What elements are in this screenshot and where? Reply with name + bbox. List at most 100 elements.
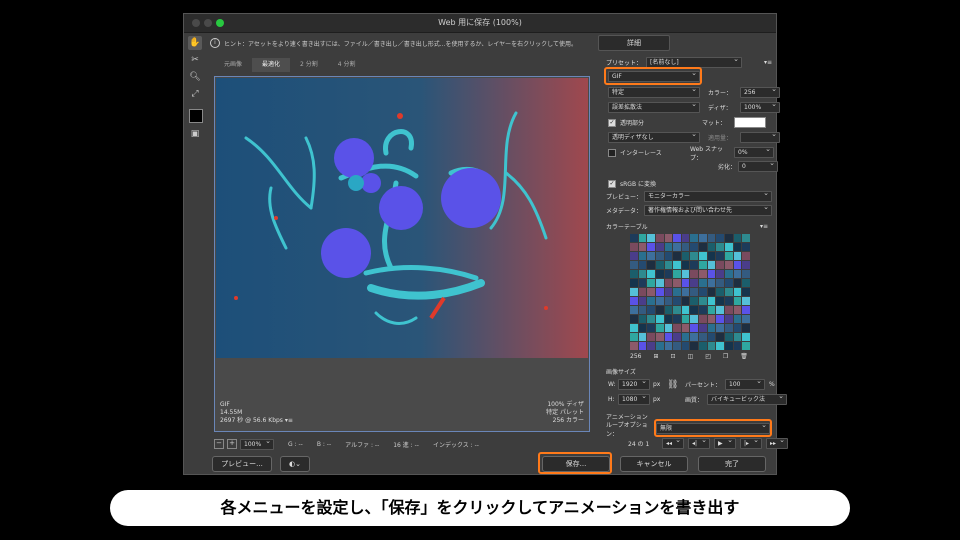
interlace-checkbox[interactable] (608, 148, 616, 157)
color-swatch[interactable] (630, 252, 638, 260)
preview-button[interactable]: プレビュー... (212, 456, 272, 472)
color-swatch[interactable] (638, 288, 647, 296)
color-swatch[interactable] (647, 315, 655, 323)
color-swatch[interactable] (664, 288, 673, 296)
color-swatch[interactable] (681, 252, 690, 260)
color-swatch[interactable] (664, 333, 673, 341)
color-swatch[interactable] (681, 288, 690, 296)
color-swatch[interactable] (690, 333, 699, 341)
color-swatch[interactable] (664, 252, 673, 260)
color-swatch[interactable] (742, 306, 750, 314)
color-swatch[interactable] (664, 324, 673, 332)
color-swatch[interactable] (742, 324, 750, 332)
color-swatch[interactable] (699, 315, 707, 323)
color-swatch[interactable] (638, 279, 647, 287)
color-swatch[interactable] (716, 288, 725, 296)
color-swatch[interactable] (647, 333, 655, 341)
color-swatch[interactable] (638, 252, 647, 260)
color-swatch[interactable] (699, 288, 707, 296)
color-swatch[interactable] (716, 297, 725, 305)
lossy-select[interactable]: 0 (738, 159, 778, 172)
browser-preview-button[interactable]: ◐⌄ (280, 456, 310, 472)
color-swatch[interactable] (725, 342, 733, 350)
color-swatch[interactable] (725, 243, 733, 251)
color-swatch[interactable] (690, 252, 699, 260)
color-swatch[interactable] (690, 261, 699, 269)
color-swatch[interactable] (630, 234, 638, 242)
color-swatch[interactable] (707, 297, 716, 305)
previous-frame-button[interactable]: ◂| (688, 436, 710, 449)
color-swatch[interactable] (647, 270, 655, 278)
color-swatch[interactable] (699, 324, 707, 332)
color-swatch[interactable] (647, 324, 655, 332)
eyedropper-color-swatch[interactable] (189, 109, 203, 123)
dither-amount-select[interactable]: 100% (740, 100, 780, 113)
color-swatch[interactable] (725, 306, 733, 314)
color-swatch[interactable] (725, 234, 733, 242)
color-swatch[interactable] (681, 324, 690, 332)
color-swatch[interactable] (638, 306, 647, 314)
color-swatch[interactable] (638, 324, 647, 332)
preview-canvas[interactable]: GIF 14.55M 2697 秒 @ 56.6 Kbps ▾≡ 100% ディ… (214, 76, 590, 432)
color-swatch[interactable] (630, 306, 638, 314)
web-shift-icon[interactable]: ⊞ (653, 353, 658, 360)
color-swatch[interactable] (655, 243, 664, 251)
metadata-select[interactable]: 著作権情報および問い合わせ先 (644, 203, 772, 216)
color-swatch[interactable] (699, 252, 707, 260)
color-swatch[interactable] (725, 252, 733, 260)
transparency-checkbox[interactable]: ✓ (608, 118, 616, 127)
color-swatch[interactable] (690, 342, 699, 350)
color-swatch[interactable] (673, 279, 681, 287)
color-swatch[interactable] (699, 342, 707, 350)
color-swatch[interactable] (716, 270, 725, 278)
color-swatch[interactable] (673, 270, 681, 278)
color-swatch[interactable] (690, 306, 699, 314)
color-swatch[interactable] (673, 243, 681, 251)
color-swatch[interactable] (733, 315, 742, 323)
zoom-tool-icon[interactable]: 🔍︎ (188, 70, 202, 84)
color-swatch[interactable] (655, 288, 664, 296)
color-swatch[interactable] (716, 243, 725, 251)
color-swatch[interactable] (647, 252, 655, 260)
color-swatch[interactable] (699, 270, 707, 278)
color-swatch[interactable] (716, 234, 725, 242)
tab-4up[interactable]: 4 分割 (328, 58, 366, 72)
tab-2up[interactable]: 2 分割 (290, 58, 328, 72)
color-swatch[interactable] (630, 270, 638, 278)
delete-color-icon[interactable]: 🗑︎ (740, 353, 748, 360)
color-swatch[interactable] (647, 342, 655, 350)
color-swatch[interactable] (742, 252, 750, 260)
color-swatch[interactable] (681, 270, 690, 278)
map-transparent-icon[interactable]: ◫ (688, 353, 694, 360)
color-swatch[interactable] (707, 243, 716, 251)
zoom-select[interactable]: 100% (240, 437, 274, 450)
color-swatch[interactable] (630, 333, 638, 341)
color-swatch[interactable] (664, 306, 673, 314)
color-swatch[interactable] (664, 270, 673, 278)
color-swatch[interactable] (733, 234, 742, 242)
color-swatch[interactable] (664, 297, 673, 305)
color-swatch[interactable] (638, 270, 647, 278)
color-swatch[interactable] (690, 288, 699, 296)
color-swatch[interactable] (638, 342, 647, 350)
color-swatch[interactable] (681, 342, 690, 350)
color-swatch[interactable] (742, 243, 750, 251)
color-swatch[interactable] (655, 315, 664, 323)
color-swatch[interactable] (716, 342, 725, 350)
color-swatch[interactable] (655, 342, 664, 350)
color-swatch[interactable] (699, 234, 707, 242)
color-swatch[interactable] (725, 333, 733, 341)
percent-input[interactable]: 100 (725, 377, 765, 390)
color-swatch[interactable] (655, 306, 664, 314)
color-swatch[interactable] (690, 315, 699, 323)
color-swatch[interactable] (742, 333, 750, 341)
color-swatch[interactable] (707, 279, 716, 287)
color-swatch[interactable] (673, 252, 681, 260)
color-swatch[interactable] (733, 261, 742, 269)
play-button[interactable]: ▶ (714, 436, 736, 449)
color-swatch[interactable] (699, 279, 707, 287)
color-table[interactable] (630, 234, 750, 350)
slice-select-tool-icon[interactable]: ✂ (188, 53, 202, 67)
color-swatch[interactable] (716, 261, 725, 269)
quality-select[interactable]: バイキュービック法 (707, 392, 787, 405)
